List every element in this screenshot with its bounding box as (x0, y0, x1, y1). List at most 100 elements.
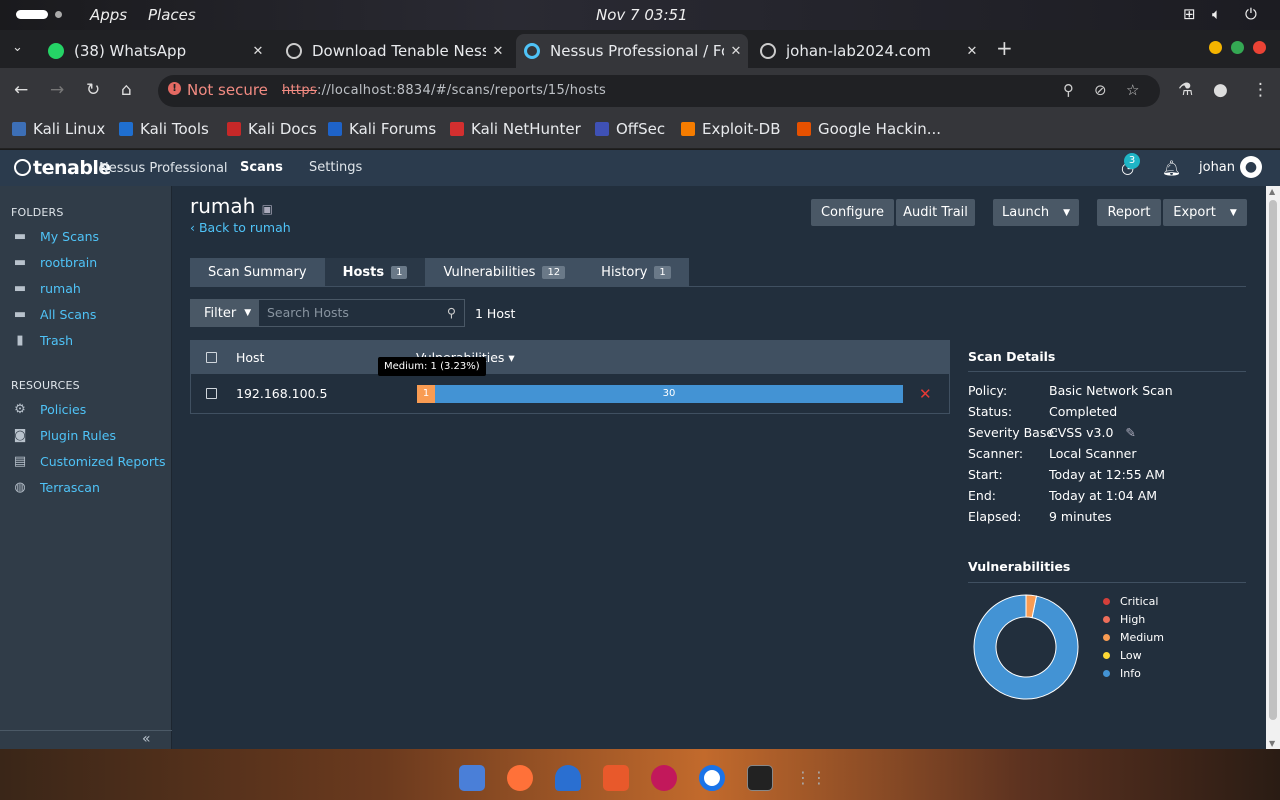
wireshark-app-icon[interactable] (555, 765, 581, 791)
workspace-dot[interactable] (55, 11, 62, 18)
not-secure-label[interactable]: Not secure (187, 81, 268, 99)
zoom-icon[interactable]: ⚲ (1063, 81, 1074, 99)
labs-flask-icon[interactable]: ⚗ (1178, 80, 1193, 100)
close-tab-icon[interactable]: ✕ (246, 44, 270, 59)
bookmark-exploit-db[interactable]: Exploit-DB (681, 120, 781, 138)
bookmark-kali-docs[interactable]: Kali Docs (227, 120, 317, 138)
edit-note-icon[interactable]: ▣ (262, 202, 273, 216)
username[interactable]: johan (1199, 160, 1235, 175)
tab-hosts[interactable]: Hosts 1 (324, 258, 426, 286)
vulnerabilities-donut-chart[interactable] (972, 593, 1080, 701)
severity-bar[interactable]: 1 30 (417, 385, 903, 403)
maximize-window-button[interactable] (1231, 41, 1244, 54)
sidebar-item-customized-reports[interactable]: ▤ Customized Reports (12, 454, 166, 469)
launch-button[interactable]: Launch ▼ (993, 199, 1079, 226)
volume-icon[interactable]: 🔈︎ (1212, 5, 1221, 23)
legend-critical[interactable]: Critical (1103, 595, 1158, 608)
bookmark-kali-forums[interactable]: Kali Forums (328, 120, 436, 138)
chromium-app-icon[interactable] (699, 765, 725, 791)
legend-info[interactable]: Info (1103, 667, 1141, 680)
firefox-app-icon[interactable] (507, 765, 533, 791)
power-icon[interactable]: ⏻ (1245, 5, 1257, 23)
url-text[interactable]: https://localhost:8834/#/scans/reports/1… (282, 83, 606, 98)
tab-history[interactable]: History 1 (583, 258, 689, 286)
network-icon[interactable]: ⊞ (1183, 5, 1196, 23)
back-link[interactable]: ‹ Back to rumah (190, 220, 291, 235)
row-checkbox[interactable] (206, 388, 217, 399)
bookmark-offsec[interactable]: OffSec (595, 120, 665, 138)
column-header-host[interactable]: Host (236, 350, 264, 365)
sidebar-item-rootbrain[interactable]: ▬ rootbrain (12, 255, 97, 270)
audit-trail-button[interactable]: Audit Trail (896, 199, 975, 226)
burpsuite-app-icon[interactable] (603, 765, 629, 791)
scrollbar-thumb[interactable] (1269, 200, 1277, 720)
bookmark-kali-linux[interactable]: Kali Linux (12, 120, 105, 138)
cherrytree-app-icon[interactable] (651, 765, 677, 791)
bookmark-kali-tools[interactable]: Kali Tools (119, 120, 209, 138)
close-tab-icon[interactable]: ✕ (724, 44, 748, 59)
sidebar-item-rumah[interactable]: ▬ rumah (12, 281, 81, 296)
configure-button[interactable]: Configure (811, 199, 894, 226)
severity-bar-info[interactable]: 30 (435, 385, 903, 403)
tenable-logo[interactable]: tenable (14, 157, 111, 179)
sidebar-item-plugin-rules[interactable]: ◙ Plugin Rules (12, 428, 116, 443)
apps-menu[interactable]: Apps (90, 6, 127, 24)
sidebar-item-trash[interactable]: ▮ Trash (12, 333, 73, 348)
back-arrow-icon[interactable]: ← (14, 80, 28, 100)
close-window-button[interactable] (1253, 41, 1266, 54)
nav-settings[interactable]: Settings (309, 160, 362, 175)
browser-tab-whatsapp[interactable]: (38) WhatsApp ✕ (40, 34, 270, 68)
select-all-checkbox[interactable] (206, 352, 217, 363)
browser-menu-icon[interactable]: ⋮ (1252, 80, 1269, 100)
forward-arrow-icon[interactable]: → (50, 80, 64, 100)
sidebar-item-policies[interactable]: ⚙ Policies (12, 402, 86, 417)
legend-low[interactable]: Low (1103, 649, 1142, 662)
close-tab-icon[interactable]: ✕ (960, 44, 984, 59)
collapse-sidebar-icon[interactable]: « (142, 731, 151, 747)
close-tab-icon[interactable]: ✕ (486, 44, 510, 59)
sidebar-item-terrascan[interactable]: ◍ Terrascan (12, 480, 100, 495)
address-bar[interactable]: ! Not secure https://localhost:8834/#/sc… (158, 75, 1160, 107)
user-avatar-icon[interactable]: ● (1240, 156, 1262, 178)
profile-icon[interactable]: ● (1213, 80, 1228, 100)
sidebar-item-my-scans[interactable]: ▬ My Scans (12, 229, 99, 244)
browser-tab-johan-lab[interactable]: johan-lab2024.com ✕ (752, 34, 984, 68)
browser-tab-tenable-download[interactable]: Download Tenable Ness ✕ (278, 34, 510, 68)
tracking-protection-icon[interactable]: ⊘ (1094, 81, 1107, 99)
warning-icon[interactable]: ! (168, 82, 181, 95)
tab-scan-summary[interactable]: Scan Summary (190, 258, 325, 286)
filter-button[interactable]: Filter ▼ (190, 299, 258, 327)
scroll-up-icon[interactable]: ▲ (1269, 187, 1275, 196)
bookmark-kali-nethunter[interactable]: Kali NetHunter (450, 120, 581, 138)
bookmark-star-icon[interactable]: ☆ (1126, 81, 1139, 99)
host-ip[interactable]: 192.168.100.5 (236, 386, 327, 401)
export-button[interactable]: Export ▼ (1163, 199, 1247, 226)
reload-icon[interactable]: ↻ (86, 80, 100, 100)
home-icon[interactable]: ⌂ (121, 80, 132, 100)
browser-tab-nessus[interactable]: Nessus Professional / Fo ✕ (516, 34, 748, 68)
files-app-icon[interactable] (459, 765, 485, 791)
new-tab-plus-icon[interactable]: + (996, 36, 1013, 60)
places-menu[interactable]: Places (148, 6, 196, 24)
nav-scans[interactable]: Scans (240, 160, 283, 175)
tab-vulnerabilities[interactable]: Vulnerabilities 12 (425, 258, 584, 286)
severity-bar-medium[interactable]: 1 (417, 385, 435, 403)
search-icon[interactable]: ⚲ (447, 300, 456, 326)
legend-high[interactable]: High (1103, 613, 1145, 626)
report-button[interactable]: Report (1097, 199, 1161, 226)
scroll-down-icon[interactable]: ▼ (1269, 739, 1275, 748)
page-scrollbar[interactable]: ▲ ▼ (1266, 186, 1280, 749)
sidebar-item-all-scans[interactable]: ▬ All Scans (12, 307, 97, 322)
clock[interactable]: Nov 7 03:51 (596, 6, 688, 24)
terminal-app-icon[interactable] (747, 765, 773, 791)
pencil-icon[interactable]: ✎ (1125, 425, 1135, 440)
activities-indicator[interactable] (16, 10, 48, 19)
bookmark-google-hacking[interactable]: Google Hackin... (797, 120, 941, 138)
bell-icon[interactable]: 🔔︎ (1162, 159, 1181, 177)
legend-medium[interactable]: Medium (1103, 631, 1164, 644)
minimize-window-button[interactable] (1209, 41, 1222, 54)
search-hosts-input[interactable]: Search Hosts ⚲ (258, 299, 465, 327)
app-grid-icon[interactable]: ⋮⋮ (795, 765, 827, 791)
tab-search-chevron-icon[interactable]: ⌄ (12, 40, 23, 55)
delete-host-icon[interactable]: ✕ (919, 385, 932, 403)
